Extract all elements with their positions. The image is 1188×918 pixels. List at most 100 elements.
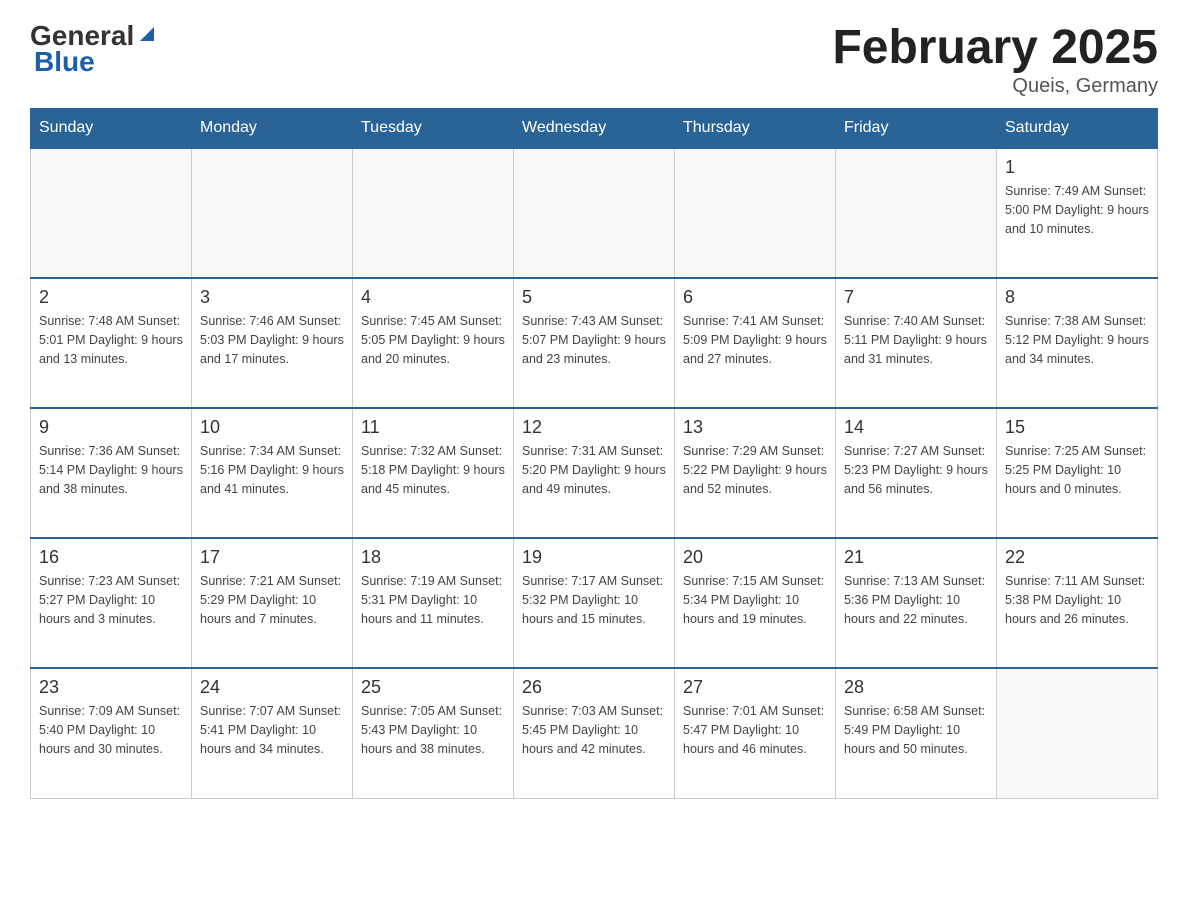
table-row: 13 Sunrise: 7:29 AM Sunset: 5:22 PM Dayli… [675,408,836,538]
table-row: 10Sunrise: 7:34 AM Sunset: 5:16 PM Dayli… [192,408,353,538]
table-row [836,148,997,278]
table-row: 15 Sunrise: 7:25 AM Sunset: 5:25 PM Dayli… [997,408,1158,538]
day-number: 13 [683,417,827,438]
table-row: 1 Sunrise: 7:49 AM Sunset: 5:00 PM Daylig… [997,148,1158,278]
header-saturday: Saturday [997,109,1158,149]
day-info: Sunrise: 7:45 AM Sunset: 5:05 PM Dayligh… [361,312,505,368]
logo: General Blue [30,20,158,78]
day-number: 11 [361,417,505,438]
day-info: Sunrise: 7:11 AM Sunset: 5:38 PM Dayligh… [1005,572,1149,628]
day-info: Sunrise: 7:29 AM Sunset: 5:22 PM Dayligh… [683,442,827,498]
day-info: Sunrise: 7:48 AM Sunset: 5:01 PM Dayligh… [39,312,183,368]
table-row: 17 Sunrise: 7:21 AM Sunset: 5:29 PM Dayli… [192,538,353,668]
day-number: 26 [522,677,666,698]
day-number: 27 [683,677,827,698]
day-number: 25 [361,677,505,698]
day-info: Sunrise: 7:34 AM Sunset: 5:16 PM Dayligh… [200,442,344,498]
header-monday: Monday [192,109,353,149]
day-info: Sunrise: 7:40 AM Sunset: 5:11 PM Dayligh… [844,312,988,368]
table-row: 3Sunrise: 7:46 AM Sunset: 5:03 PM Daylig… [192,278,353,408]
table-row [31,148,192,278]
table-row: 8 Sunrise: 7:38 AM Sunset: 5:12 PM Daylig… [997,278,1158,408]
day-info: Sunrise: 7:05 AM Sunset: 5:43 PM Dayligh… [361,702,505,758]
day-number: 15 [1005,417,1149,438]
table-row: 11 Sunrise: 7:32 AM Sunset: 5:18 PM Dayli… [353,408,514,538]
day-info: Sunrise: 7:43 AM Sunset: 5:07 PM Dayligh… [522,312,666,368]
day-number: 22 [1005,547,1149,568]
day-number: 2 [39,287,183,308]
day-number: 19 [522,547,666,568]
table-row: 5 Sunrise: 7:43 AM Sunset: 5:07 PM Daylig… [514,278,675,408]
day-info: Sunrise: 7:01 AM Sunset: 5:47 PM Dayligh… [683,702,827,758]
day-info: Sunrise: 7:13 AM Sunset: 5:36 PM Dayligh… [844,572,988,628]
day-info: Sunrise: 7:49 AM Sunset: 5:00 PM Dayligh… [1005,182,1149,238]
day-number: 8 [1005,287,1149,308]
logo-blue-text: Blue [34,46,95,78]
day-info: Sunrise: 7:17 AM Sunset: 5:32 PM Dayligh… [522,572,666,628]
table-row: 27 Sunrise: 7:01 AM Sunset: 5:47 PM Dayli… [675,668,836,798]
table-row: 9 Sunrise: 7:36 AM Sunset: 5:14 PM Daylig… [31,408,192,538]
header-wednesday: Wednesday [514,109,675,149]
day-number: 1 [1005,157,1149,178]
table-row: 20 Sunrise: 7:15 AM Sunset: 5:34 PM Dayli… [675,538,836,668]
day-number: 16 [39,547,183,568]
table-row: 23 Sunrise: 7:09 AM Sunset: 5:40 PM Dayli… [31,668,192,798]
logo-icon [136,23,158,45]
table-row: 2 Sunrise: 7:48 AM Sunset: 5:01 PM Daylig… [31,278,192,408]
day-number: 17 [200,547,344,568]
day-number: 12 [522,417,666,438]
day-info: Sunrise: 7:46 AM Sunset: 5:03 PM Dayligh… [200,312,344,368]
day-info: Sunrise: 6:58 AM Sunset: 5:49 PM Dayligh… [844,702,988,758]
table-row [514,148,675,278]
day-info: Sunrise: 7:25 AM Sunset: 5:25 PM Dayligh… [1005,442,1149,498]
day-number: 18 [361,547,505,568]
day-number: 23 [39,677,183,698]
header-friday: Friday [836,109,997,149]
day-info: Sunrise: 7:03 AM Sunset: 5:45 PM Dayligh… [522,702,666,758]
page-header: General Blue February 2025 Queis, German… [30,20,1158,98]
day-info: Sunrise: 7:32 AM Sunset: 5:18 PM Dayligh… [361,442,505,498]
table-row: 22 Sunrise: 7:11 AM Sunset: 5:38 PM Dayli… [997,538,1158,668]
day-number: 24 [200,677,344,698]
day-info: Sunrise: 7:36 AM Sunset: 5:14 PM Dayligh… [39,442,183,498]
day-info: Sunrise: 7:07 AM Sunset: 5:41 PM Dayligh… [200,702,344,758]
table-row: 4 Sunrise: 7:45 AM Sunset: 5:05 PM Daylig… [353,278,514,408]
day-info: Sunrise: 7:15 AM Sunset: 5:34 PM Dayligh… [683,572,827,628]
page-title: February 2025 [832,20,1158,75]
table-row: 19 Sunrise: 7:17 AM Sunset: 5:32 PM Dayli… [514,538,675,668]
day-number: 28 [844,677,988,698]
header-tuesday: Tuesday [353,109,514,149]
day-info: Sunrise: 7:09 AM Sunset: 5:40 PM Dayligh… [39,702,183,758]
table-row: 18 Sunrise: 7:19 AM Sunset: 5:31 PM Dayli… [353,538,514,668]
table-row [997,668,1158,798]
table-row: 24 Sunrise: 7:07 AM Sunset: 5:41 PM Dayli… [192,668,353,798]
day-info: Sunrise: 7:38 AM Sunset: 5:12 PM Dayligh… [1005,312,1149,368]
day-number: 4 [361,287,505,308]
day-number: 7 [844,287,988,308]
table-row [675,148,836,278]
day-info: Sunrise: 7:21 AM Sunset: 5:29 PM Dayligh… [200,572,344,628]
table-row: 16 Sunrise: 7:23 AM Sunset: 5:27 PM Dayli… [31,538,192,668]
day-number: 5 [522,287,666,308]
calendar-header-row: Sunday Monday Tuesday Wednesday Thursday… [31,109,1158,149]
day-number: 20 [683,547,827,568]
day-number: 6 [683,287,827,308]
table-row: 6 Sunrise: 7:41 AM Sunset: 5:09 PM Daylig… [675,278,836,408]
header-thursday: Thursday [675,109,836,149]
table-row [353,148,514,278]
title-block: February 2025 Queis, Germany [832,20,1158,98]
table-row: 26 Sunrise: 7:03 AM Sunset: 5:45 PM Dayli… [514,668,675,798]
day-number: 21 [844,547,988,568]
day-number: 9 [39,417,183,438]
page-subtitle: Queis, Germany [832,75,1158,98]
table-row: 28 Sunrise: 6:58 AM Sunset: 5:49 PM Dayli… [836,668,997,798]
calendar-table: Sunday Monday Tuesday Wednesday Thursday… [30,108,1158,799]
table-row: 25 Sunrise: 7:05 AM Sunset: 5:43 PM Dayli… [353,668,514,798]
day-info: Sunrise: 7:41 AM Sunset: 5:09 PM Dayligh… [683,312,827,368]
table-row: 14Sunrise: 7:27 AM Sunset: 5:23 PM Dayli… [836,408,997,538]
table-row [192,148,353,278]
day-info: Sunrise: 7:23 AM Sunset: 5:27 PM Dayligh… [39,572,183,628]
day-info: Sunrise: 7:27 AM Sunset: 5:23 PM Dayligh… [844,442,988,498]
day-info: Sunrise: 7:31 AM Sunset: 5:20 PM Dayligh… [522,442,666,498]
day-info: Sunrise: 7:19 AM Sunset: 5:31 PM Dayligh… [361,572,505,628]
